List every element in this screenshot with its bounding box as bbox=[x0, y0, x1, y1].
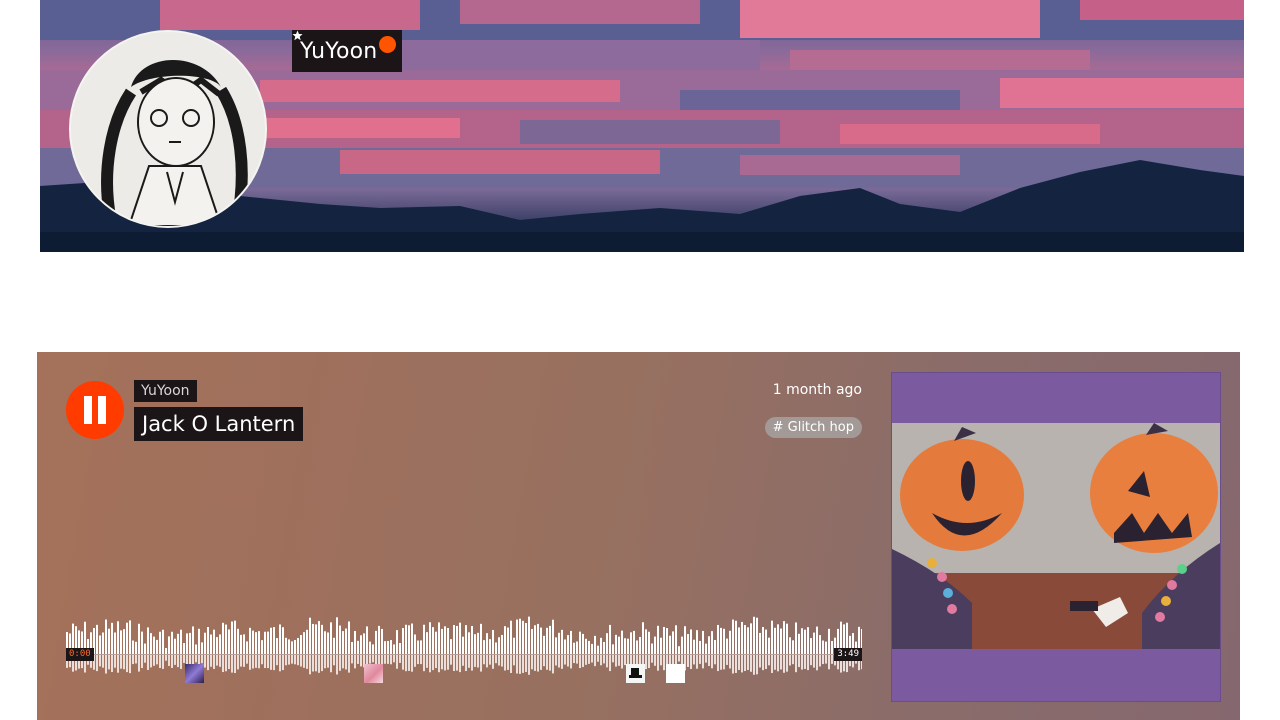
pro-star-icon bbox=[292, 30, 397, 53]
comment-avatar[interactable] bbox=[364, 664, 383, 683]
profile-avatar[interactable] bbox=[69, 30, 267, 228]
track-posted-time: 1 month ago bbox=[772, 382, 862, 398]
comment-avatar[interactable] bbox=[185, 664, 204, 683]
avatar-drawing bbox=[101, 59, 248, 226]
profile-name-tag[interactable]: YuYoon bbox=[292, 30, 403, 72]
comment-avatar[interactable] bbox=[626, 664, 645, 683]
genre-tag[interactable]: # Glitch hop bbox=[764, 417, 862, 438]
pause-icon-bar bbox=[98, 396, 106, 424]
profile-banner: YuYoon bbox=[40, 0, 1244, 252]
pause-icon bbox=[84, 396, 92, 424]
current-time: 0:00 bbox=[66, 648, 94, 661]
comment-avatar[interactable] bbox=[666, 664, 685, 683]
waveform[interactable]: 0:00 3:49 bbox=[66, 592, 862, 692]
track-artwork[interactable] bbox=[891, 372, 1221, 702]
track-artist[interactable]: YuYoon bbox=[134, 380, 197, 402]
track-title[interactable]: Jack O Lantern bbox=[134, 407, 304, 441]
total-duration: 3:49 bbox=[834, 648, 862, 661]
artwork-image bbox=[892, 373, 1220, 701]
track-player: YuYoon Jack O Lantern 1 month ago # Glit… bbox=[37, 352, 1240, 720]
pause-button[interactable] bbox=[66, 381, 124, 439]
profile-username: YuYoon bbox=[300, 38, 378, 64]
